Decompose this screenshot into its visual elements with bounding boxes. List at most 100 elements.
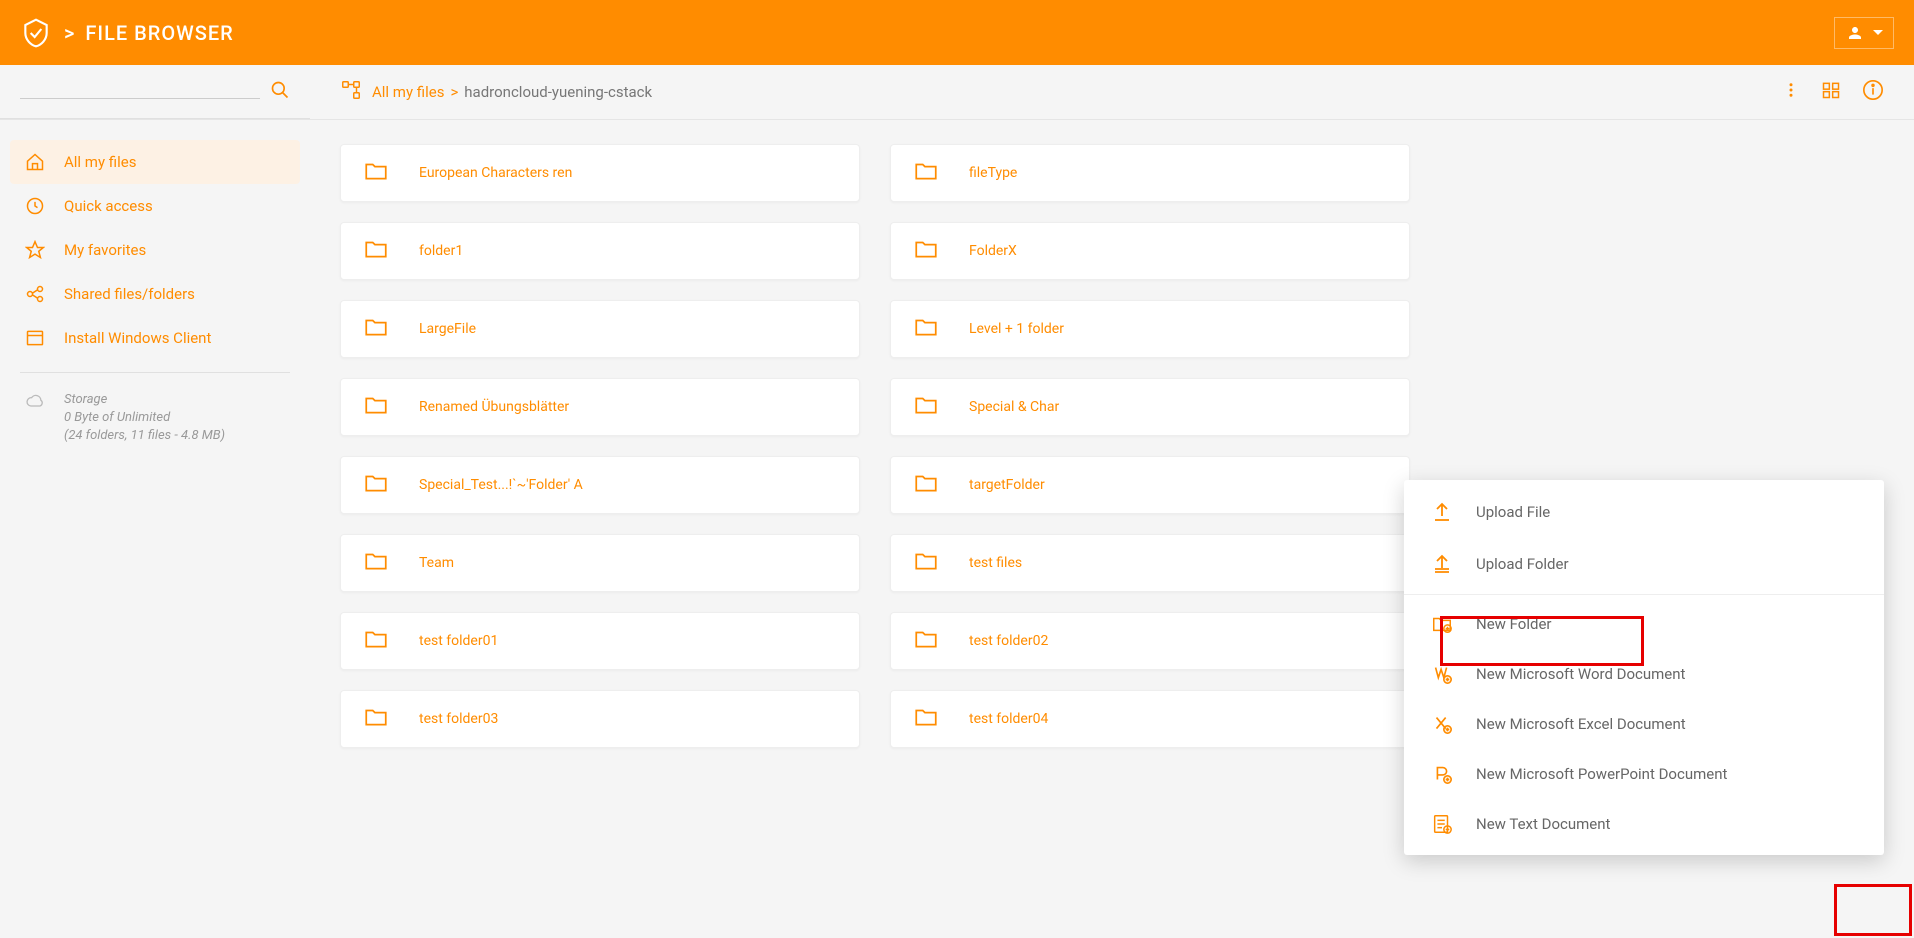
search-input[interactable]	[20, 85, 260, 99]
folder-card[interactable]: targetFolder	[890, 456, 1410, 514]
folder-card[interactable]: fileType	[890, 144, 1410, 202]
folder-icon	[361, 704, 391, 734]
folder-name: fileType	[969, 165, 1017, 181]
folder-card[interactable]: test files	[890, 534, 1410, 592]
folder-name: LargeFile	[419, 321, 476, 337]
folder-card[interactable]: FolderX	[890, 222, 1410, 280]
clock-icon	[24, 196, 46, 216]
menu-label: New Microsoft PowerPoint Document	[1476, 765, 1727, 783]
folder-icon	[361, 392, 391, 422]
sidebar-item-label: Shared files/folders	[64, 285, 195, 303]
info-icon[interactable]	[1862, 79, 1884, 105]
breadcrumb-root[interactable]: All my files	[372, 83, 444, 101]
search-icon[interactable]	[270, 80, 290, 104]
folder-name: Special_Test...!`~'Folder' A	[419, 477, 583, 493]
menu-upload-folder[interactable]: Upload Folder	[1404, 538, 1884, 590]
toolbar: All my files > hadroncloud-yuening-cstac…	[0, 65, 1914, 120]
folder-name: test folder03	[419, 711, 498, 727]
folder-icon	[911, 548, 941, 578]
sidebar-item-label: All my files	[64, 153, 136, 171]
folder-icon	[361, 314, 391, 344]
storage-line2: (24 folders, 11 files - 4.8 MB)	[64, 427, 225, 445]
star-icon	[24, 240, 46, 260]
folder-name: Renamed Übungsblätter	[419, 399, 569, 415]
folder-icon	[361, 236, 391, 266]
folder-card[interactable]: Renamed Übungsblätter	[340, 378, 860, 436]
menu-label: New Microsoft Word Document	[1476, 665, 1685, 683]
search-area	[0, 65, 310, 119]
folder-card[interactable]: Special_Test...!`~'Folder' A	[340, 456, 860, 514]
folder-name: folder1	[419, 243, 463, 259]
breadcrumb-current: hadroncloud-yuening-cstack	[464, 83, 652, 101]
menu-new-excel[interactable]: New Microsoft Excel Document	[1404, 699, 1884, 749]
folder-card[interactable]: Team	[340, 534, 860, 592]
menu-label: Upload Folder	[1476, 555, 1569, 573]
sidebar-item-install-client[interactable]: Install Windows Client	[10, 316, 300, 360]
sidebar-item-favorites[interactable]: My favorites	[10, 228, 300, 272]
sidebar-item-all-files[interactable]: All my files	[10, 140, 300, 184]
user-menu-button[interactable]	[1834, 17, 1894, 49]
sidebar: All my files Quick access My favorites S…	[0, 120, 310, 938]
cloud-icon	[24, 391, 46, 446]
folder-card[interactable]: European Characters ren	[340, 144, 860, 202]
new-folder-icon	[1428, 613, 1456, 635]
folder-name: Team	[419, 555, 454, 571]
folder-card[interactable]: folder1	[340, 222, 860, 280]
sidebar-item-label: Install Windows Client	[64, 329, 211, 347]
app-logo-icon	[20, 17, 52, 49]
folder-icon	[911, 314, 941, 344]
menu-new-ppt[interactable]: New Microsoft PowerPoint Document	[1404, 749, 1884, 799]
upload-file-icon	[1428, 500, 1456, 524]
menu-upload-file[interactable]: Upload File	[1404, 486, 1884, 538]
view-grid-icon[interactable]	[1820, 80, 1842, 104]
share-icon	[24, 284, 46, 304]
app-header: > FILE BROWSER	[0, 0, 1914, 65]
folder-name: FolderX	[969, 243, 1017, 259]
sidebar-divider	[20, 372, 290, 373]
home-icon	[24, 152, 46, 172]
word-icon	[1428, 663, 1456, 685]
menu-label: New Folder	[1476, 615, 1551, 633]
folder-name: test files	[969, 555, 1022, 571]
folder-card[interactable]: Special & Char	[890, 378, 1410, 436]
toolbar-actions	[1782, 79, 1914, 105]
powerpoint-icon	[1428, 763, 1456, 785]
folder-name: test folder04	[969, 711, 1048, 727]
folder-icon	[911, 236, 941, 266]
breadcrumb: All my files > hadroncloud-yuening-cstac…	[310, 79, 1782, 105]
folder-card[interactable]: test folder03	[340, 690, 860, 748]
text-doc-icon	[1428, 813, 1456, 835]
folder-icon	[911, 626, 941, 656]
folder-icon	[361, 548, 391, 578]
more-icon[interactable]	[1782, 80, 1800, 104]
folder-card[interactable]: test folder04	[890, 690, 1410, 748]
folder-name: Special & Char	[969, 399, 1059, 415]
excel-icon	[1428, 713, 1456, 735]
folder-icon	[361, 470, 391, 500]
window-icon	[24, 328, 46, 348]
sidebar-item-label: My favorites	[64, 241, 146, 259]
menu-new-text[interactable]: New Text Document	[1404, 799, 1884, 849]
folder-name: test folder02	[969, 633, 1048, 649]
folder-name: European Characters ren	[419, 165, 572, 181]
folder-card[interactable]: test folder01	[340, 612, 860, 670]
menu-divider	[1404, 594, 1884, 595]
storage-summary: Storage 0 Byte of Unlimited (24 folders,…	[10, 385, 300, 452]
folder-card[interactable]: test folder02	[890, 612, 1410, 670]
folder-card[interactable]: LargeFile	[340, 300, 860, 358]
breadcrumb-separator: >	[450, 83, 458, 101]
folder-card[interactable]: Level + 1 folder	[890, 300, 1410, 358]
storage-title: Storage	[64, 391, 225, 409]
create-menu: Upload File Upload Folder New Folder New…	[1404, 480, 1884, 855]
menu-new-word[interactable]: New Microsoft Word Document	[1404, 649, 1884, 699]
header-left: > FILE BROWSER	[20, 17, 234, 49]
chevron-down-icon	[1873, 28, 1883, 38]
folder-icon	[361, 626, 391, 656]
sidebar-item-label: Quick access	[64, 197, 153, 215]
upload-folder-icon	[1428, 552, 1456, 576]
menu-new-folder[interactable]: New Folder	[1404, 599, 1884, 649]
folder-icon	[911, 704, 941, 734]
sidebar-item-quick-access[interactable]: Quick access	[10, 184, 300, 228]
sidebar-item-shared[interactable]: Shared files/folders	[10, 272, 300, 316]
menu-label: New Microsoft Excel Document	[1476, 715, 1686, 733]
